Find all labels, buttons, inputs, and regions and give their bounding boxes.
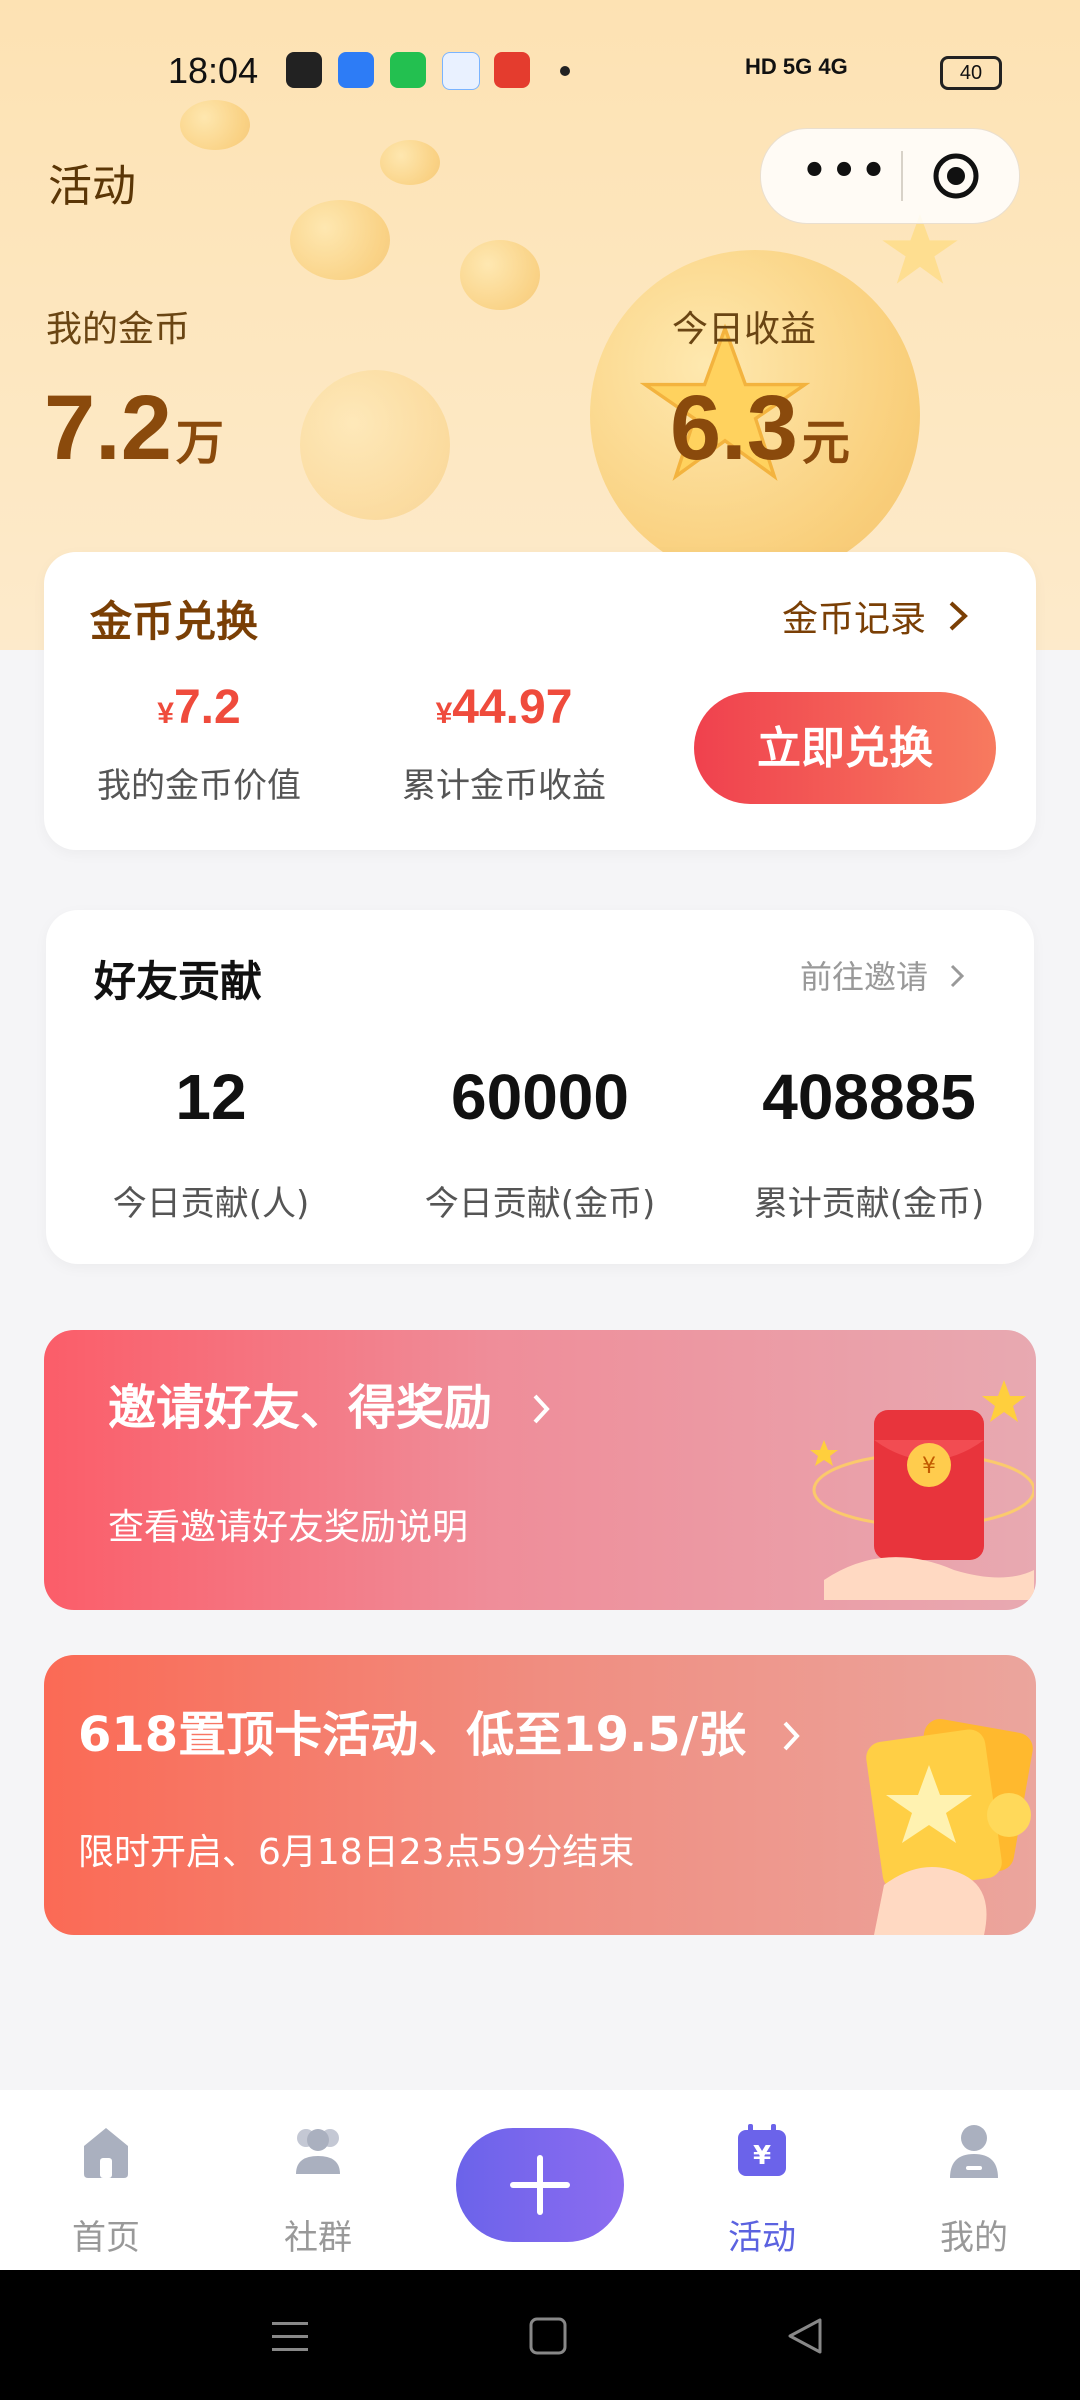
tab-activity[interactable]: ¥ 活动	[682, 2120, 842, 2258]
total-earnings-number: 44.97	[452, 681, 573, 734]
promo-banner-title-text: 618置顶卡活动、低至19.5/张	[78, 1707, 747, 1763]
promo-banner-title: 618置顶卡活动、低至19.5/张	[78, 1695, 805, 1765]
mini-program-capsule: •••	[760, 128, 1020, 224]
chevron-right-icon	[950, 601, 969, 631]
menu-icon[interactable]	[262, 2308, 318, 2364]
group-icon	[296, 2129, 340, 2174]
currency-symbol: ¥	[435, 697, 453, 730]
home-square-icon[interactable]	[520, 2308, 576, 2364]
coin-exchange-card: 金币兑换 金币记录 ¥7.2 我的金币价值 ¥44.97 累计金币收益 立即兑换	[44, 552, 1036, 850]
currency-symbol: ¥	[157, 697, 174, 730]
today-contributors-label: 今日贡献(人)	[112, 1184, 310, 1224]
more-notifications-dot	[560, 66, 570, 76]
go-invite-label: 前往邀请	[800, 958, 929, 996]
svg-text:¥: ¥	[753, 2141, 771, 2171]
decorative-coin	[380, 140, 440, 185]
total-coins-label: 累计贡献(金币)	[753, 1184, 985, 1224]
today-contributors-count: 12	[175, 1061, 247, 1133]
top-card-promo-banner[interactable]: 618置顶卡活动、低至19.5/张 限时开启、6月18日23点59分结束	[44, 1655, 1036, 1935]
coin-records-label: 金币记录	[782, 599, 927, 640]
invite-banner-title-text: 邀请好友、得奖励	[108, 1380, 493, 1436]
chevron-right-icon	[533, 1394, 550, 1424]
capsule-divider	[901, 151, 903, 201]
activity-calendar-icon: ¥	[738, 2124, 786, 2176]
status-bar: 18:04 HD 5G 4G 40	[0, 0, 1080, 140]
notification-app-icon	[286, 52, 322, 88]
go-invite-link[interactable]: 前往邀请	[800, 952, 968, 998]
earnings-unit: 元	[801, 417, 850, 470]
coin-value-number: 7.2	[173, 681, 241, 734]
coins-label: 我的金币	[46, 309, 191, 350]
earnings-value: 6.3元	[670, 382, 850, 490]
profile-icon	[950, 2125, 998, 2178]
earnings-number: 6.3	[670, 377, 798, 479]
invite-banner-title: 邀请好友、得奖励	[108, 1368, 555, 1438]
star-card-icon	[866, 1719, 1033, 1935]
page-title: 活动	[48, 161, 136, 212]
wechat-app-icon	[390, 52, 426, 88]
plus-icon	[510, 2155, 570, 2215]
today-coins-contributed: 60000	[451, 1061, 629, 1133]
tab-group[interactable]: 社群	[238, 2120, 398, 2258]
today-coins-label: 今日贡献(金币)	[424, 1184, 656, 1224]
message-app-icon	[338, 52, 374, 88]
tab-profile-label: 我的	[940, 2218, 1008, 2258]
friends-title: 好友贡献	[94, 957, 263, 1006]
home-icon	[84, 2128, 128, 2178]
decorative-coin	[290, 200, 390, 280]
earnings-label: 今日收益	[672, 309, 817, 350]
tab-activity-label: 活动	[728, 2218, 796, 2258]
system-navigation-bar	[0, 2270, 1080, 2400]
more-menu-button[interactable]: •••	[801, 151, 891, 201]
promo-banner-subtitle: 限时开启、6月18日23点59分结束	[78, 1832, 635, 1873]
coins-value: 7.2万	[44, 382, 224, 490]
taobao-app-icon	[494, 52, 530, 88]
tab-group-label: 社群	[284, 2218, 352, 2258]
total-earnings-label: 累计金币收益	[402, 766, 606, 806]
decorative-coin	[460, 240, 540, 310]
red-envelope-icon: ¥	[810, 1380, 1034, 1600]
coins-unit: 万	[175, 417, 224, 470]
add-post-button[interactable]	[456, 2128, 624, 2242]
coin-value-label: 我的金币价值	[97, 766, 301, 806]
battery-indicator: 40	[940, 56, 1002, 90]
chevron-right-icon	[783, 1721, 800, 1751]
exchange-now-button[interactable]: 立即兑换	[694, 692, 996, 804]
decorative-coin	[300, 370, 450, 520]
back-triangle-icon[interactable]	[778, 2308, 834, 2364]
total-coins-contributed: 408885	[762, 1061, 976, 1133]
coins-number: 7.2	[44, 377, 172, 479]
exchange-title: 金币兑换	[90, 597, 259, 646]
status-time: 18:04	[168, 50, 259, 91]
tab-profile[interactable]: 我的	[894, 2120, 1054, 2258]
chevron-right-icon	[951, 964, 965, 988]
network-indicator: HD 5G 4G	[745, 54, 848, 79]
friend-contribution-card: 好友贡献 前往邀请 12 今日贡献(人) 60000 今日贡献(金币) 4088…	[46, 910, 1034, 1264]
coin-value-amount: ¥7.2	[74, 680, 324, 735]
invite-banner-subtitle: 查看邀请好友奖励说明	[108, 1507, 469, 1548]
svg-text:¥: ¥	[922, 1454, 936, 1479]
total-earnings-amount: ¥44.97	[374, 680, 634, 735]
browser-app-icon	[442, 52, 480, 90]
invite-friends-banner[interactable]: 邀请好友、得奖励 查看邀请好友奖励说明 ¥	[44, 1330, 1036, 1610]
tab-home-label: 首页	[72, 2218, 140, 2258]
tab-home[interactable]: 首页	[26, 2120, 186, 2258]
coin-records-link[interactable]: 金币记录	[782, 590, 971, 642]
close-target-icon[interactable]	[931, 151, 981, 201]
